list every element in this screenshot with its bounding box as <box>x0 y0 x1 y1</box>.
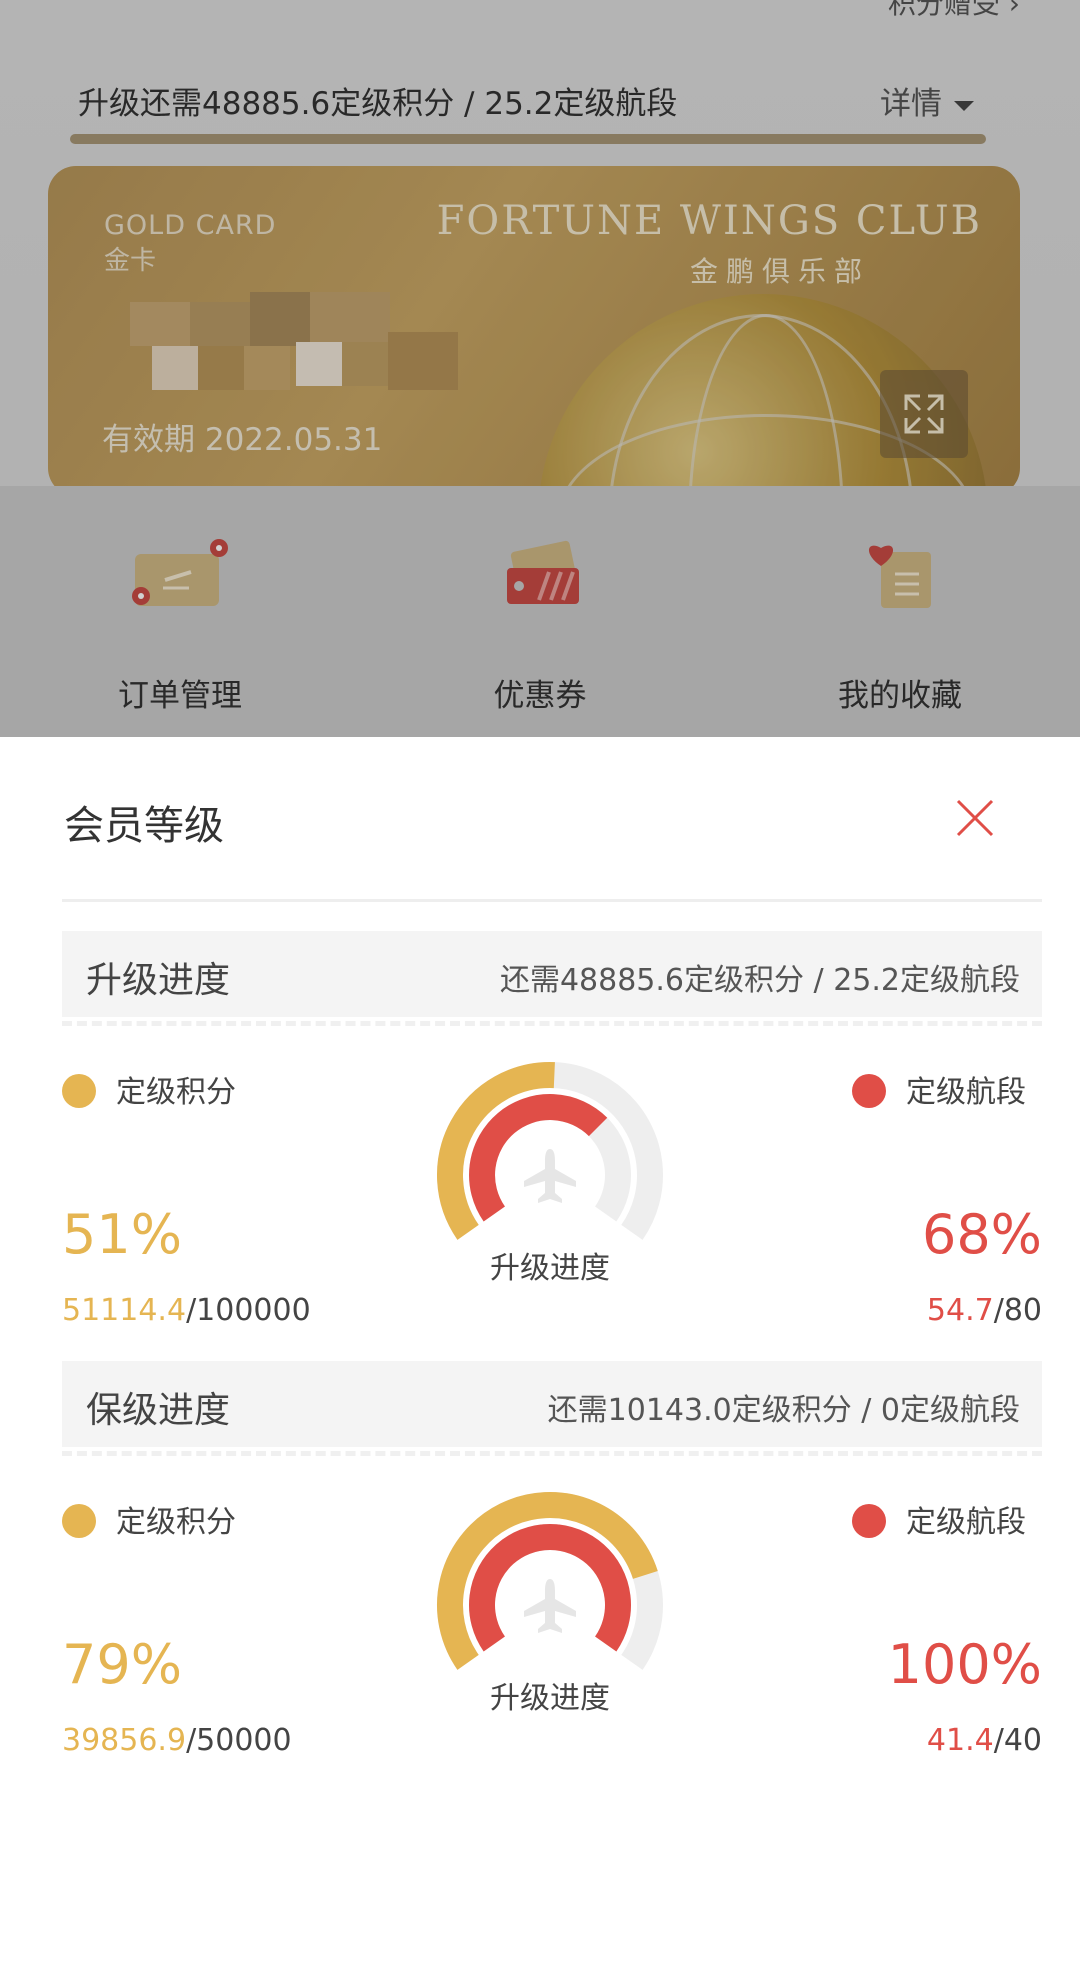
menu-label-favorites: 我的收藏 <box>838 678 962 714</box>
points-total: /50000 <box>186 1723 292 1758</box>
gauge-label: 升级进度 <box>490 1251 610 1286</box>
close-button[interactable] <box>950 793 1000 843</box>
segments-percent: 68% <box>921 1203 1042 1266</box>
airplane-icon <box>524 1579 576 1633</box>
segments-total: /40 <box>993 1723 1042 1758</box>
section-divider <box>62 1021 1042 1026</box>
menu-label-coupons: 优惠券 <box>493 678 587 714</box>
expand-icon <box>904 394 944 434</box>
quick-menu: 订单管理 优惠券 我的收藏 <box>0 486 1080 737</box>
segments-legend-dot <box>852 1503 886 1538</box>
expand-card-button[interactable] <box>880 370 968 458</box>
points-legend-label: 定级积分 <box>116 1505 236 1540</box>
points-current: 39856.9 <box>62 1723 187 1758</box>
close-icon <box>956 799 994 837</box>
points-percent: 51% <box>62 1203 183 1266</box>
club-name-cn: 金鹏俱乐部 <box>689 255 870 288</box>
section-name: 保级进度 <box>86 1390 231 1431</box>
card-type-en: GOLD CARD <box>104 210 277 241</box>
coupon-icon <box>507 540 579 604</box>
upgrade-summary-text: 升级还需48885.6定级积分 / 25.2定级航段 <box>78 86 678 122</box>
segments-percent: 100% <box>887 1633 1042 1696</box>
segments-legend: 定级航段 <box>852 1067 1026 1111</box>
sheet-divider <box>62 899 1042 902</box>
segments-legend-dot <box>852 1073 886 1108</box>
points-legend-dot <box>62 1073 96 1108</box>
upgrade-summary-row: 升级还需48885.6定级积分 / 25.2定级航段 详情 <box>78 78 982 122</box>
menu-item-coupons[interactable]: 优惠券 <box>360 486 720 737</box>
membership-card: GOLD CARD 金卡 FORTUNE WINGS CLUB 金鹏俱乐部 有效… <box>48 166 1020 496</box>
points-total: /100000 <box>186 1293 311 1328</box>
details-label: 详情 <box>880 86 942 122</box>
upgrade-progress-bar <box>70 134 986 144</box>
points-legend: 定级积分 <box>62 1067 236 1111</box>
menu-item-favorites[interactable]: 我的收藏 <box>720 486 1080 737</box>
upgrade-progress-header: 升级进度 还需48885.6定级积分 / 25.2定级航段 <box>62 931 1042 1017</box>
favorites-icon <box>868 545 931 608</box>
caret-down-icon <box>954 100 974 111</box>
points-current: 51114.4 <box>62 1293 187 1328</box>
section-requirement: 还需48885.6定级积分 / 25.2定级航段 <box>499 963 1020 998</box>
card-type-cn: 金卡 <box>104 246 157 276</box>
airplane-icon <box>524 1149 576 1203</box>
segments-fraction: 54.7/80 <box>927 1293 1042 1328</box>
section-requirement: 还需10143.0定级积分 / 0定级航段 <box>547 1393 1020 1428</box>
card-valid-until: 有效期 2022.05.31 <box>102 422 383 458</box>
section-divider <box>62 1451 1042 1456</box>
sheet-title: 会员等级 <box>64 803 224 849</box>
segments-current: 54.7 <box>926 1293 994 1328</box>
segments-legend-label: 定级航段 <box>906 1505 1026 1540</box>
points-fraction: 39856.9/50000 <box>62 1723 292 1758</box>
points-legend-dot <box>62 1503 96 1538</box>
segments-legend: 定级航段 <box>852 1497 1026 1541</box>
segments-current: 41.4 <box>926 1723 994 1758</box>
points-legend: 定级积分 <box>62 1497 236 1541</box>
segments-fraction: 41.4/40 <box>927 1723 1042 1758</box>
gauge-label: 升级进度 <box>490 1681 610 1716</box>
club-name-en: FORTUNE WINGS CLUB <box>436 198 982 244</box>
section-name: 升级进度 <box>86 960 231 1001</box>
points-transfer-link[interactable]: 积分赠受 › <box>888 0 1020 22</box>
points-percent: 79% <box>62 1633 183 1696</box>
menu-label-orders: 订单管理 <box>118 678 242 714</box>
segments-legend-label: 定级航段 <box>906 1075 1026 1110</box>
retention-progress-header: 保级进度 还需10143.0定级积分 / 0定级航段 <box>62 1361 1042 1447</box>
details-toggle[interactable]: 详情 <box>880 78 974 123</box>
points-legend-label: 定级积分 <box>116 1075 236 1110</box>
menu-item-orders[interactable]: 订单管理 <box>0 486 360 737</box>
background-page: 积分赠受 › 升级还需48885.6定级积分 / 25.2定级航段 详情 GOL… <box>0 0 1080 737</box>
segments-total: /80 <box>993 1293 1042 1328</box>
points-fraction: 51114.4/100000 <box>62 1293 311 1328</box>
member-level-sheet: 会员等级 升级进度 还需48885.6定级积分 / 25.2定级航段 定级积分 … <box>0 737 1080 1970</box>
order-ticket-icon <box>132 539 228 606</box>
